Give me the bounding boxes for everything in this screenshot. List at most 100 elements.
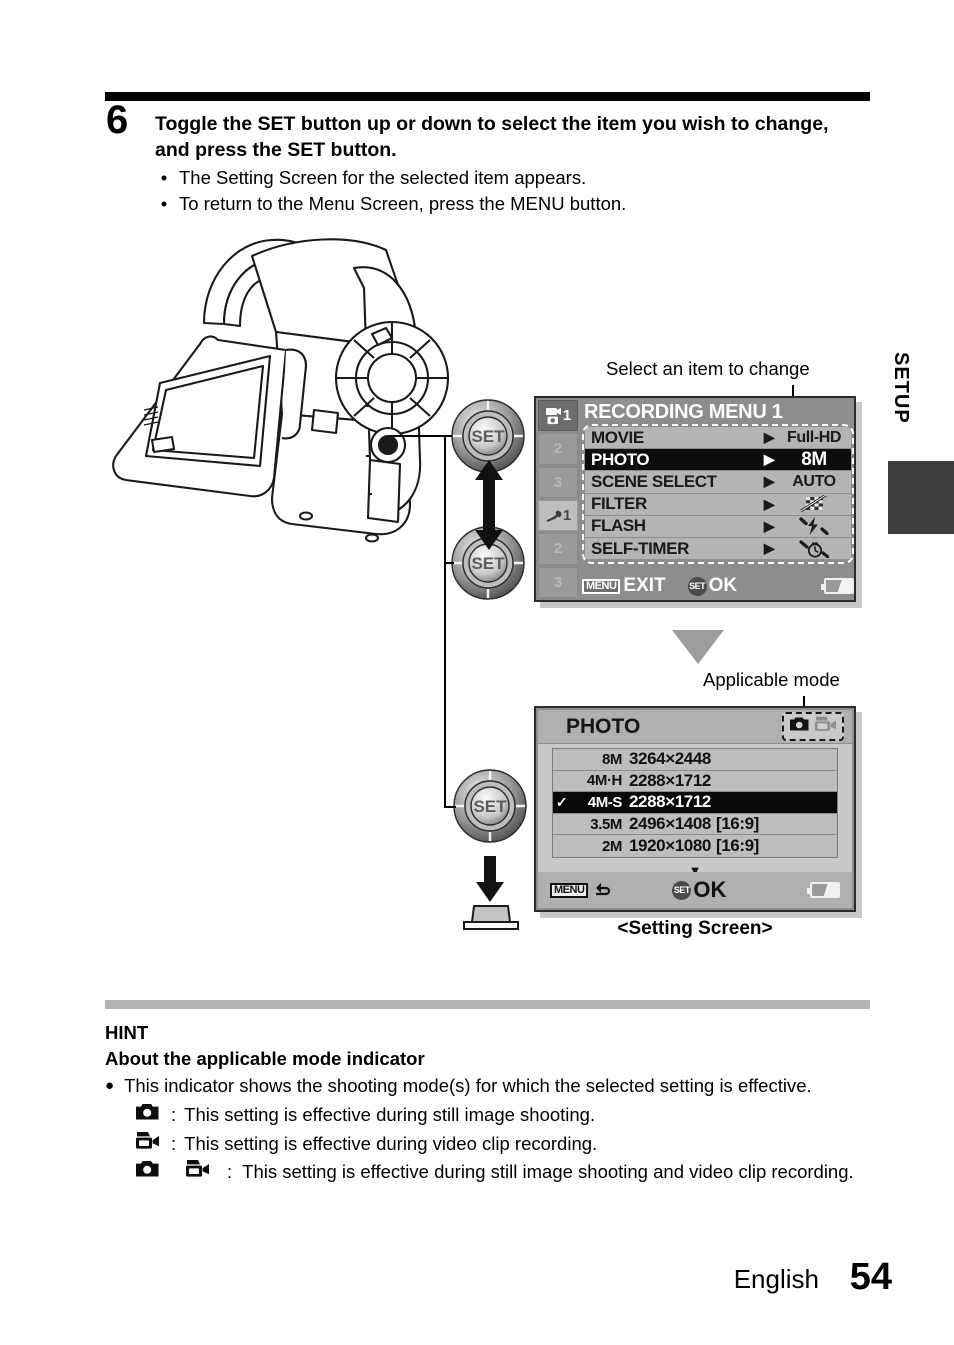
hint-title: HINT — [105, 1022, 149, 1043]
set-key-badge[interactable]: SET — [687, 576, 707, 596]
recording-menu-screen[interactable]: 1 2 3 1 2 3 RECORDING MENU 1 MOVIE ▶ Ful… — [534, 396, 856, 602]
sidebar-item-setup-1[interactable]: 1 — [538, 499, 578, 532]
down-arrow-icon — [474, 498, 504, 555]
video-camera-icon — [135, 1131, 171, 1157]
menu-exit-label: EXIT — [623, 575, 666, 596]
bullet-text: The Setting Screen for the selected item… — [179, 167, 587, 188]
menu-row-label: SELF-TIMER — [591, 538, 689, 558]
photo-setting-screen[interactable]: PHOTO 8M 3264×2448 4M·H 2288×1712 ✓ 4M-S… — [534, 706, 856, 912]
sidebar-item-label: 3 — [553, 573, 563, 591]
video-camera-icon — [185, 1159, 221, 1185]
sidebar-item-label: 3 — [553, 473, 563, 491]
menu-item-list[interactable]: MOVIE ▶ Full-HD PHOTO ▶ 8M SCENE SELECT … — [582, 424, 854, 564]
top-divider-rule — [105, 92, 870, 101]
self-timer-off-icon — [777, 539, 851, 558]
chevron-right-icon: ▶ — [763, 517, 775, 534]
photo-screen-header: PHOTO — [538, 710, 852, 744]
hint-body-row: ● This indicator shows the shooting mode… — [105, 1073, 885, 1099]
hint-item-text: This setting is effective during still i… — [242, 1161, 854, 1183]
hint-body-text: This indicator shows the shooting mode(s… — [124, 1075, 812, 1097]
menu-row-flash[interactable]: FLASH ▶ — [585, 515, 851, 538]
photo-resolution-list[interactable]: 8M 3264×2448 4M·H 2288×1712 ✓ 4M-S 2288×… — [538, 744, 852, 877]
ok-label: OK — [693, 877, 727, 902]
step-bullet-list: • The Setting Screen for the selected it… — [160, 165, 870, 218]
battery-icon — [821, 578, 854, 594]
hint-subtitle: About the applicable mode indicator — [105, 1047, 425, 1069]
menu-footer-bar: MENU EXIT SET OK — [582, 573, 854, 599]
sidebar-item-recording-2[interactable]: 2 — [538, 433, 578, 465]
dimensions-label: 3264×2448 — [629, 749, 711, 769]
hint-item-still: : This setting is effective during still… — [135, 1102, 885, 1128]
sidebar-item-recording-1[interactable]: 1 — [538, 400, 578, 432]
hint-section: HINT About the applicable mode indicator… — [105, 1020, 885, 1185]
bullet-text: To return to the Menu Screen, press the … — [179, 193, 627, 215]
setting-screen-caption: <Setting Screen> — [617, 918, 773, 939]
hint-item-text: This setting is effective during still i… — [184, 1104, 596, 1126]
menu-key-badge[interactable]: MENU — [550, 882, 589, 898]
filter-off-icon — [777, 495, 851, 513]
flow-arrow-down-icon — [672, 630, 724, 664]
menu-ok-label: OK — [708, 575, 738, 596]
chevron-right-icon: ▶ — [763, 473, 775, 490]
callout-applicable-mode: Applicable mode — [703, 669, 840, 690]
menu-row-label: FLASH — [591, 516, 646, 536]
photo-footer-bar: MENU SET OK — [538, 872, 852, 908]
menu-row-label: MOVIE — [591, 427, 644, 447]
set-button-dial-press[interactable]: SET — [452, 768, 528, 844]
list-item[interactable]: 4M·H 2288×1712 — [553, 770, 837, 793]
wrench-icon — [545, 509, 562, 523]
hint-colon: : — [227, 1161, 233, 1183]
menu-row-self-timer[interactable]: SELF-TIMER ▶ — [585, 537, 851, 561]
sidebar-item-recording-3[interactable]: 3 — [538, 466, 578, 498]
page-number: 54 — [849, 1256, 892, 1298]
list-item[interactable]: 8M 3264×2448 — [553, 749, 837, 771]
still-camera-icon — [789, 716, 810, 737]
sidebar-item-setup-2[interactable]: 2 — [538, 533, 578, 565]
sidebar-item-setup-3[interactable]: 3 — [538, 566, 578, 598]
svg-text:SET: SET — [471, 427, 505, 446]
resolution-label: 2M — [601, 837, 622, 855]
hint-colon: : — [171, 1104, 177, 1126]
sidebar-item-label: 2 — [553, 540, 563, 558]
list-item: • To return to the Menu Screen, press th… — [160, 191, 870, 217]
section-label-setup: SETUP — [890, 352, 912, 424]
still-camera-icon — [135, 1159, 171, 1185]
resolution-label: 8M — [601, 750, 622, 768]
resolution-label: 4M-S — [587, 793, 623, 811]
svg-text:SET: SET — [473, 797, 507, 816]
chevron-right-icon: ▶ — [763, 540, 775, 557]
video-camera-icon — [814, 716, 837, 737]
menu-key-badge[interactable]: MENU — [582, 578, 621, 594]
svg-text:SET: SET — [471, 554, 505, 573]
aspect-ratio-label: [16:9] — [715, 814, 759, 834]
hint-divider-rule — [105, 1000, 870, 1009]
applicable-mode-indicator — [782, 712, 844, 741]
sidebar-item-label: 2 — [553, 440, 563, 458]
dimensions-label: 2288×1712 — [629, 770, 711, 790]
menu-row-scene-select[interactable]: SCENE SELECT ▶ AUTO — [585, 471, 851, 494]
list-item[interactable]: 3.5M 2496×1408 [16:9] — [553, 813, 837, 836]
resolution-label: 4M·H — [586, 772, 622, 790]
menu-row-movie[interactable]: MOVIE ▶ Full-HD — [585, 427, 851, 450]
hint-item-text: This setting is effective during video c… — [184, 1132, 598, 1154]
check-icon: ✓ — [555, 793, 568, 810]
battery-icon — [807, 882, 840, 898]
menu-screen-title: RECORDING MENU 1 — [584, 401, 783, 423]
menu-row-value: Full-HD — [786, 428, 842, 446]
aspect-ratio-label: [16:9] — [715, 836, 759, 856]
menu-row-filter[interactable]: FILTER ▶ — [585, 493, 851, 516]
list-item[interactable]: 2M 1920×1080 [16:9] — [553, 835, 837, 857]
menu-row-photo[interactable]: PHOTO ▶ 8M — [585, 449, 851, 472]
bullet-dot-icon: • — [160, 193, 168, 215]
dimensions-label: 1920×1080 — [629, 836, 711, 856]
set-key-badge[interactable]: SET — [672, 880, 692, 900]
chevron-right-icon: ▶ — [763, 451, 775, 468]
menu-tab-rail[interactable]: 1 2 3 1 2 3 — [538, 400, 578, 598]
leader-line — [444, 435, 446, 807]
menu-row-label: FILTER — [591, 494, 647, 514]
camcorder-camera-icon — [545, 407, 562, 425]
callout-select-item: Select an item to change — [606, 358, 810, 379]
step-number: 6 — [106, 98, 128, 142]
list-item: • The Setting Screen for the selected it… — [160, 165, 870, 191]
list-item-selected[interactable]: ✓ 4M-S 2288×1712 — [553, 792, 837, 814]
